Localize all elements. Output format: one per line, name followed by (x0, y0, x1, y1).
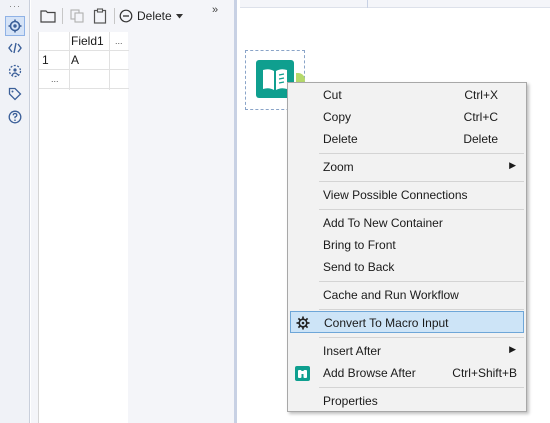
menu-separator (319, 181, 524, 182)
menu-item-cut[interactable]: Cut Ctrl+X (290, 84, 524, 106)
binoculars-icon (294, 365, 310, 381)
macro-gear-icon (295, 315, 311, 331)
code-icon[interactable] (5, 38, 25, 58)
toolbar-divider (114, 8, 115, 24)
results-grid: Field1 ... 1 A ... (38, 32, 129, 423)
open-folder-icon[interactable] (39, 7, 57, 25)
menu-separator (319, 281, 524, 282)
record-number-cell: 1 (42, 53, 49, 67)
menu-item-label: View Possible Connections (323, 188, 468, 202)
submenu-arrow-icon: ▶ (509, 160, 516, 170)
menu-item-delete[interactable]: Delete Delete (290, 128, 524, 150)
menu-item-label: Send to Back (323, 260, 395, 274)
context-menu: Cut Ctrl+X Copy Ctrl+C Delete Delete Zoo… (287, 82, 527, 412)
minus-circle-icon (119, 9, 133, 23)
menu-item-shortcut: Ctrl+C (463, 110, 498, 124)
menu-separator (319, 153, 524, 154)
menu-item-label: Cut (323, 88, 342, 102)
table-row: ... (39, 70, 129, 89)
results-toolbar: Delete » (31, 0, 237, 32)
copy-icon[interactable] (68, 7, 86, 25)
menu-item-shortcut: Ctrl+Shift+B (452, 366, 517, 380)
toolbar-divider (62, 8, 63, 24)
menu-item-convert-macro[interactable]: Convert To Macro Input (290, 311, 524, 333)
delete-label: Delete (137, 9, 172, 23)
menu-item-zoom[interactable]: Zoom ▶ (290, 156, 524, 178)
grid-ellipsis-cell: ... (51, 74, 59, 84)
menu-item-label: Cache and Run Workflow (323, 288, 459, 302)
annotation-icon[interactable] (5, 61, 25, 81)
menu-item-label: Add To New Container (323, 216, 443, 230)
canvas-tab-strip (240, 0, 550, 8)
menu-item-shortcut: Ctrl+X (464, 88, 498, 102)
menu-item-shortcut: Delete (463, 132, 498, 146)
menu-item-properties[interactable]: Properties (290, 390, 524, 412)
header-field1-cell[interactable]: Field1 (71, 32, 104, 51)
designer-window: ··· Delete » Field1 ... 1 A ... Cut Ctrl… (0, 0, 550, 423)
menu-item-label: Delete (323, 132, 358, 146)
menu-item-label: Copy (323, 110, 352, 124)
menu-item-label: Properties (323, 394, 378, 408)
menu-item-label: Convert To Macro Input (324, 316, 449, 330)
results-panel: Delete » Field1 ... 1 A ... (31, 0, 237, 423)
menu-item-label: Add Browse After (323, 366, 416, 380)
menu-item-add-container[interactable]: Add To New Container (290, 212, 524, 234)
help-icon[interactable] (5, 107, 25, 127)
toolbar-overflow-button[interactable]: » (212, 4, 218, 16)
menu-separator (319, 337, 524, 338)
configuration-gear-icon[interactable] (5, 16, 25, 36)
menu-item-label: Zoom (323, 160, 354, 174)
menu-separator (319, 387, 524, 388)
menu-item-label: Insert After (323, 344, 382, 358)
grid-header-row: Field1 ... (39, 32, 129, 51)
paste-icon[interactable] (91, 7, 109, 25)
chevron-down-icon (175, 13, 183, 18)
header-more-cell[interactable]: ... (115, 32, 123, 51)
menu-item-send-back[interactable]: Send to Back (290, 256, 524, 278)
menu-separator (319, 209, 524, 210)
side-rail: ··· (0, 0, 30, 423)
table-row[interactable]: 1 A (39, 51, 129, 70)
menu-item-bring-front[interactable]: Bring to Front (290, 234, 524, 256)
menu-item-add-browse[interactable]: Add Browse After Ctrl+Shift+B (290, 362, 524, 384)
menu-item-label: Bring to Front (323, 238, 396, 252)
menu-item-copy[interactable]: Copy Ctrl+C (290, 106, 524, 128)
tag-icon[interactable] (5, 84, 25, 104)
submenu-arrow-icon: ▶ (509, 344, 516, 354)
menu-item-insert-after[interactable]: Insert After ▶ (290, 340, 524, 362)
delete-dropdown-button[interactable]: Delete (119, 7, 183, 25)
menu-item-view-connections[interactable]: View Possible Connections (290, 184, 524, 206)
field1-cell[interactable]: A (71, 51, 79, 70)
rail-grip[interactable]: ··· (9, 1, 21, 11)
menu-item-cache-run[interactable]: Cache and Run Workflow (290, 284, 524, 306)
menu-separator (319, 309, 524, 310)
